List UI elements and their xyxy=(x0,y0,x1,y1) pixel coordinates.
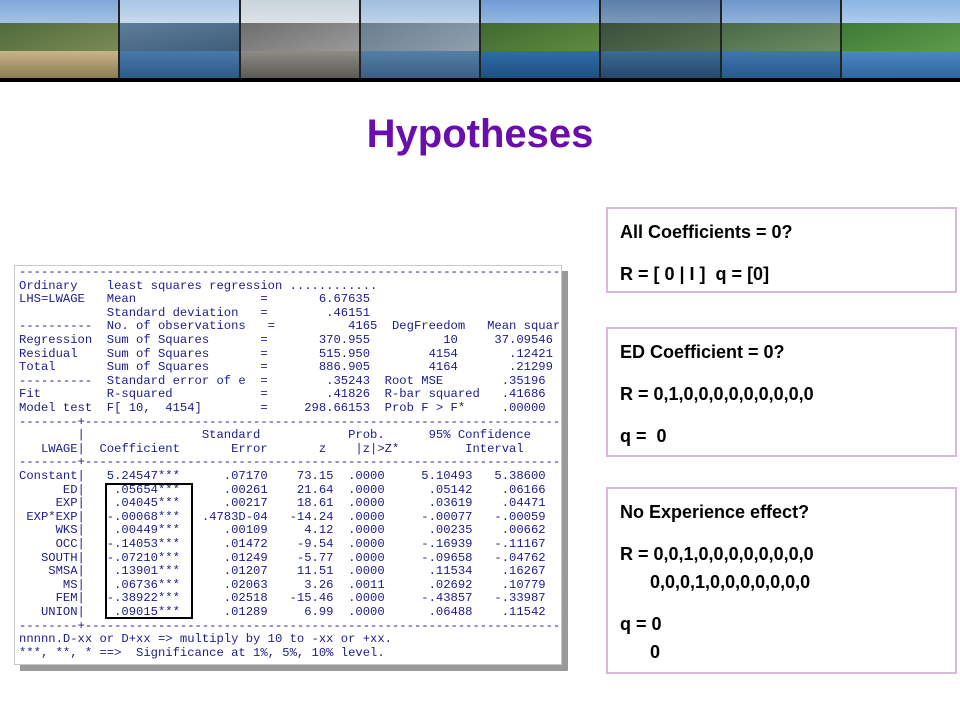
hillside-lake-photo xyxy=(360,0,481,78)
output-line: Standard deviation = .46151 xyxy=(19,305,371,320)
mountain-lake-photo xyxy=(120,0,241,78)
hypothesis-restriction: R = 0,0,1,0,0,0,0,0,0,0,0 xyxy=(620,544,814,564)
output-line: LWAGE| Coefficient Error z |z|>Z* Interv… xyxy=(19,441,524,456)
hypothesis-box-all-coefficients: All Coefficients = 0? R = [ 0 | I ] q = … xyxy=(606,207,957,293)
lakeside-bench-photo xyxy=(841,0,960,78)
hypothesis-restriction-row-2: 0,0,0,1,0,0,0,0,0,0,0 xyxy=(620,572,811,592)
lakeside-promenade-photo xyxy=(240,0,361,78)
banner-divider xyxy=(0,78,960,82)
hypothesis-q-value: q = 0 xyxy=(620,426,667,446)
output-line: | Standard Prob. 95% Confidence xyxy=(19,428,531,443)
output-line: SMSA| .13901*** .01207 11.51 .0000 .1153… xyxy=(19,564,546,579)
hypothesis-box-ed-coefficient: ED Coefficient = 0? R = 0,1,0,0,0,0,0,0,… xyxy=(606,327,957,457)
hypothesis-box-experience-effect: No Experience effect? R = 0,0,1,0,0,0,0,… xyxy=(606,487,957,674)
harbor-photo xyxy=(721,0,842,78)
lake-town-photo xyxy=(0,0,121,78)
hypothesis-question: ED Coefficient = 0? xyxy=(620,342,785,362)
output-line: EXP*EXP| -.00068*** .4783D-04 -14.24 .00… xyxy=(19,509,546,524)
output-line: EXP| .04045*** .00217 18.61 .0000 .03619… xyxy=(19,496,546,511)
hypothesis-restriction: R = [ 0 | I ] q = [0] xyxy=(620,264,770,284)
output-line: UNION| .09015*** .01289 6.99 .0000 .0648… xyxy=(19,605,546,619)
output-line: MS| .06736*** .02063 3.26 .0011 .02692 .… xyxy=(19,577,546,592)
hypothesis-q-value-row-2: 0 xyxy=(620,642,661,662)
photo-banner xyxy=(0,0,960,78)
output-line: Residual Sum of Squares = 515.950 4154 .… xyxy=(19,346,553,361)
output-line: ED| .05654*** .00261 21.64 .0000 .05142 … xyxy=(19,482,546,497)
slide-title: Hypotheses xyxy=(366,112,594,156)
output-line: --------+-------------------------------… xyxy=(19,414,562,429)
output-line: --------+-------------------------------… xyxy=(19,618,562,633)
output-line: ---------- Standard error of e = .35243 … xyxy=(19,373,546,388)
hypothesis-q-value: q = 0 xyxy=(620,614,662,634)
output-line: nnnnn.D-xx or D+xx => multiply by 10 to … xyxy=(19,632,392,647)
mountain-peak-lake-photo xyxy=(601,0,722,78)
output-line: Ordinary least squares regression ......… xyxy=(19,278,378,293)
output-line: Constant| 5.24547*** .07170 73.15 .0000 … xyxy=(19,469,546,483)
output-line: LHS=LWAGE Mean = 6.67635 xyxy=(19,292,371,307)
hypothesis-question: No Experience effect? xyxy=(620,502,810,522)
hypothesis-restriction: R = 0,1,0,0,0,0,0,0,0,0,0 xyxy=(620,384,814,404)
hypothesis-question: All Coefficients = 0? xyxy=(620,222,793,242)
output-line: --------+-------------------------------… xyxy=(19,455,562,470)
lake-shore-photo xyxy=(481,0,602,78)
output-line: ----------------------------------------… xyxy=(19,265,561,279)
output-line: ---------- No. of observations = 4165 De… xyxy=(19,319,562,334)
coefficient-highlight-box xyxy=(105,483,193,619)
output-line: FEM| -.38922*** .02518 -15.46 .0000 -.43… xyxy=(19,591,546,606)
output-line: Model test F[ 10, 4154] = 298.66153 Prob… xyxy=(19,401,546,415)
output-line: SOUTH| -.07210*** .01249 -5.77 .0000 -.0… xyxy=(19,550,546,565)
output-line: ----------------------------------------… xyxy=(19,660,560,664)
output-line: Fit R-squared = .41826 R-bar squared .41… xyxy=(19,387,546,402)
output-line: Total Sum of Squares = 886.905 4164 .212… xyxy=(19,360,553,375)
output-line: Regression Sum of Squares = 370.955 10 3… xyxy=(19,333,553,347)
output-line: WKS| .00449*** .00109 4.12 .0000 .00235 … xyxy=(19,523,546,538)
output-line: ***, **, * ==> Significance at 1%, 5%, 1… xyxy=(19,645,385,660)
output-line: OCC| -.14053*** .01472 -9.54 .0000 -.169… xyxy=(19,537,546,551)
regression-output-panel: ----------------------------------------… xyxy=(14,265,562,665)
